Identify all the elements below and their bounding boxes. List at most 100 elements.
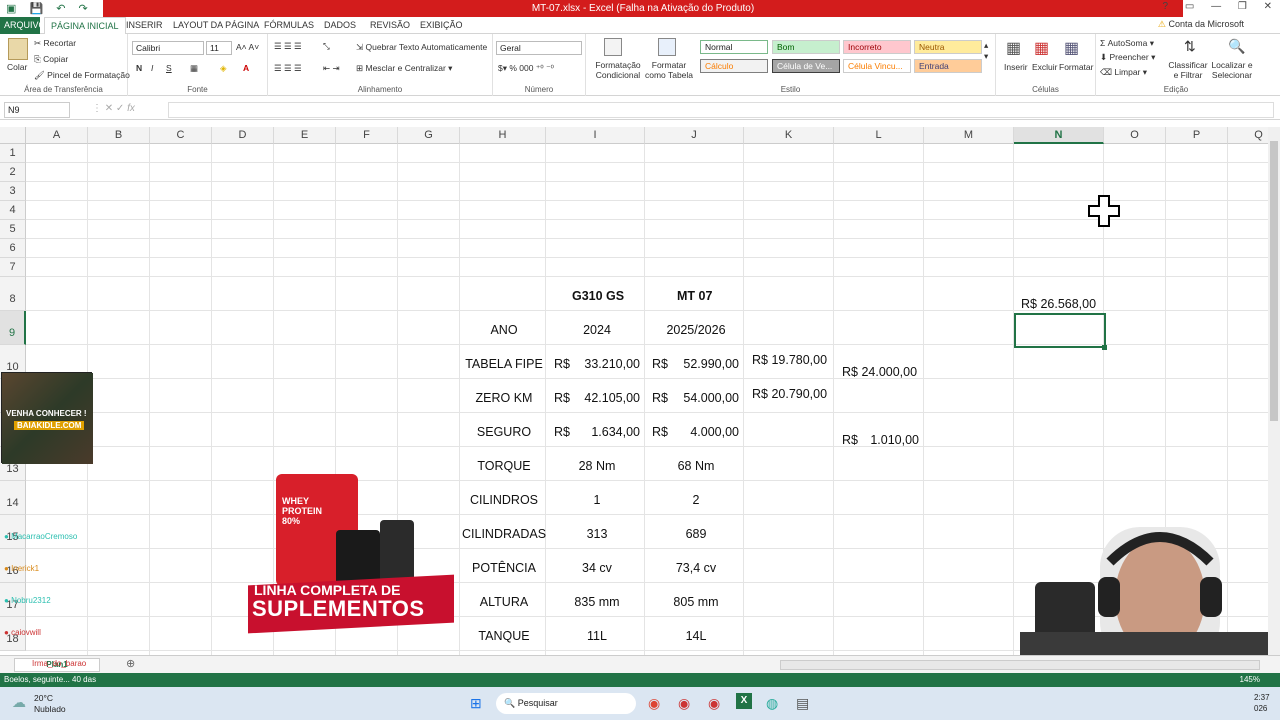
row-header-5[interactable]: 5 <box>0 220 26 239</box>
excel-taskbar-icon[interactable]: X <box>736 693 752 709</box>
tab-inserir[interactable]: INSERIR <box>126 17 163 34</box>
style-celula-ve[interactable]: Célula de Ve... <box>772 59 840 73</box>
column-header-l[interactable]: L <box>834 127 924 144</box>
format-table-button[interactable]: Formatar como Tabela <box>641 60 697 80</box>
row-header-14[interactable]: 14 <box>0 481 26 515</box>
format-button[interactable]: Formatar <box>1059 62 1093 72</box>
autosum-button[interactable]: Σ AutoSoma ▾ <box>1100 38 1154 49</box>
app-icon-1[interactable]: ◉ <box>678 695 690 712</box>
cell-i-value[interactable]: 11L <box>548 629 646 643</box>
column-header-c[interactable]: C <box>150 127 212 144</box>
style-bom[interactable]: Bom <box>772 40 840 54</box>
cell-j-currency[interactable]: R$ <box>652 425 668 439</box>
fill-button[interactable]: ⬇ Preencher ▾ <box>1100 52 1155 63</box>
horizontal-scrollbar[interactable] <box>780 660 1260 670</box>
fill-handle[interactable] <box>1102 345 1107 350</box>
zoom-level[interactable]: 145% <box>1240 673 1260 687</box>
row-header-9[interactable]: 9 <box>0 311 26 345</box>
cell-i-currency[interactable]: R$ <box>554 357 570 371</box>
style-normal[interactable]: Normal <box>700 40 768 54</box>
cell-j-value[interactable]: 2 <box>647 493 745 507</box>
cell-n8[interactable]: R$ 26.568,00 <box>1021 297 1096 311</box>
row-label-cell[interactable]: TANQUE <box>462 629 546 643</box>
cell-k-value[interactable]: R$ 19.780,00 <box>752 353 827 367</box>
row-header-8[interactable]: 8 <box>0 277 26 311</box>
row-header-2[interactable]: 2 <box>0 163 26 182</box>
column-header-g[interactable]: G <box>398 127 460 144</box>
close-icon[interactable]: ✕ <box>1264 1 1272 12</box>
cell-i8[interactable]: G310 GS <box>572 289 624 303</box>
cell-j-value[interactable]: 805 mm <box>647 595 745 609</box>
tab-revisao[interactable]: REVISÃO <box>370 17 410 34</box>
insert-cells-icon[interactable]: ▦ <box>1006 38 1021 58</box>
conditional-format-icon[interactable] <box>604 38 622 56</box>
cell-j-value[interactable]: 4.000,00 <box>674 425 739 439</box>
cell-l10[interactable]: R$ 24.000,00 <box>842 365 917 379</box>
redo-icon[interactable]: ↷ <box>79 3 88 15</box>
column-header-i[interactable]: I <box>546 127 645 144</box>
italic-button[interactable]: I <box>151 63 153 73</box>
chrome-icon[interactable]: ◉ <box>648 695 660 712</box>
font-size-select[interactable]: 11 <box>206 41 232 55</box>
tab-exibicao[interactable]: EXIBIÇÃO <box>420 17 463 34</box>
column-header-p[interactable]: P <box>1166 127 1228 144</box>
tab-arquivo[interactable]: ARQUIVO <box>0 17 46 34</box>
cell-j-currency[interactable]: R$ <box>652 391 668 405</box>
cell-i-currency[interactable]: R$ <box>554 391 570 405</box>
style-entrada[interactable]: Entrada <box>914 59 982 73</box>
row-label-cell[interactable]: ALTURA <box>462 595 546 609</box>
cell-l12-currency[interactable]: R$ <box>842 433 858 447</box>
help-icon[interactable]: ? <box>1163 1 1169 12</box>
number-format-select[interactable]: Geral <box>496 41 582 55</box>
style-celula-vincu[interactable]: Célula Vincu... <box>843 59 911 73</box>
style-neutra[interactable]: Neutra <box>914 40 982 54</box>
indent-icons[interactable]: ⇤ ⇥ <box>323 63 340 74</box>
font-color-icon[interactable]: A <box>243 63 249 73</box>
column-header-j[interactable]: J <box>645 127 744 144</box>
cut-button[interactable]: ✂ Recortar <box>34 38 76 49</box>
column-header-d[interactable]: D <box>212 127 274 144</box>
row-label-cell[interactable]: TORQUE <box>462 459 546 473</box>
cell-j8[interactable]: MT 07 <box>677 289 712 303</box>
undo-icon[interactable]: ↶ <box>56 3 65 15</box>
column-header-f[interactable]: F <box>336 127 398 144</box>
formula-input[interactable] <box>168 102 1274 118</box>
tab-formulas[interactable]: FÓRMULAS <box>264 17 314 34</box>
find-select-icon[interactable]: 🔍 <box>1228 38 1245 55</box>
copy-button[interactable]: ⎘ Copiar <box>34 54 68 65</box>
row-label-cell[interactable]: CILINDRADAS <box>462 527 546 541</box>
app-icon-3[interactable]: ◍ <box>766 695 778 712</box>
cell-i-value[interactable]: 1 <box>548 493 646 507</box>
bold-button[interactable]: N <box>136 63 142 73</box>
align-top-icons[interactable]: ☰ ☰ ☰ <box>274 41 302 52</box>
cell-l12[interactable]: 1.010,00 <box>868 433 919 447</box>
spreadsheet-grid[interactable]: ABCDEFGHIJKLMNOPQ 1234567891011121314151… <box>0 127 1268 655</box>
underline-button[interactable]: S <box>166 63 172 73</box>
cell-i-currency[interactable]: R$ <box>554 425 570 439</box>
style-incorreto[interactable]: Incorreto <box>843 40 911 54</box>
cell-i-value[interactable]: 1.634,00 <box>576 425 640 439</box>
style-calculo[interactable]: Cálculo <box>700 59 768 73</box>
cell-j-currency[interactable]: R$ <box>652 357 668 371</box>
column-header-m[interactable]: M <box>924 127 1014 144</box>
column-header-o[interactable]: O <box>1104 127 1166 144</box>
delete-button[interactable]: Excluir <box>1032 62 1058 72</box>
add-sheet-icon[interactable]: ⊕ <box>126 657 135 670</box>
row-label-cell[interactable]: SEGURO <box>462 425 546 439</box>
find-select-button[interactable]: Localizar e Selecionar <box>1208 60 1256 80</box>
format-table-icon[interactable] <box>658 38 676 56</box>
name-box[interactable]: N9 <box>4 102 70 118</box>
account-link[interactable]: ⚠ Conta da Microsoft <box>1158 19 1244 30</box>
paste-button[interactable]: Colar <box>7 62 27 72</box>
row-label-cell[interactable]: ZERO KM <box>462 391 546 405</box>
row-header-6[interactable]: 6 <box>0 239 26 258</box>
cell-i-value[interactable]: 835 mm <box>548 595 646 609</box>
sort-filter-button[interactable]: Classificar e Filtrar <box>1166 60 1210 80</box>
windows-start-icon[interactable]: ⊞ <box>470 695 482 712</box>
row-header-1[interactable]: 1 <box>0 144 26 163</box>
cell-j-value[interactable]: 689 <box>647 527 745 541</box>
delete-cells-icon[interactable]: ▦ <box>1034 38 1049 58</box>
tab-pagina-inicial[interactable]: PÁGINA INICIAL <box>44 17 126 34</box>
column-header-a[interactable]: A <box>26 127 88 144</box>
cell-j-value[interactable]: 14L <box>647 629 745 643</box>
